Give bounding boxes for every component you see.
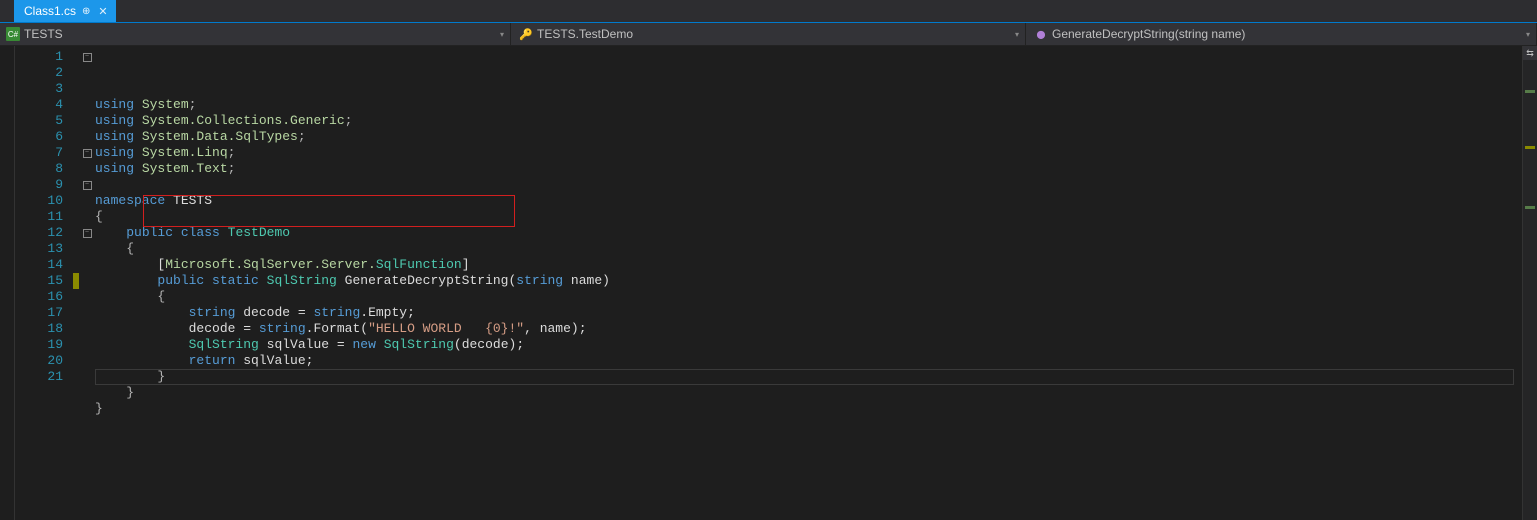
fold-toggle bbox=[79, 161, 95, 177]
line-number: 8 bbox=[15, 161, 73, 177]
method-icon: ⬤ bbox=[1034, 27, 1048, 41]
fold-toggle[interactable]: − bbox=[79, 225, 95, 241]
code-line[interactable]: } bbox=[95, 385, 1522, 401]
line-number: 9 bbox=[15, 177, 73, 193]
fold-toggle bbox=[79, 193, 95, 209]
fold-toggle[interactable]: − bbox=[79, 49, 95, 65]
code-line[interactable]: } bbox=[95, 401, 1522, 417]
code-line[interactable]: SqlString sqlValue = new SqlString(decod… bbox=[95, 337, 1522, 353]
line-number: 21 bbox=[15, 369, 73, 385]
fold-toggle bbox=[79, 97, 95, 113]
code-line[interactable]: public static SqlString GenerateDecryptS… bbox=[95, 273, 1522, 289]
fold-toggle bbox=[79, 305, 95, 321]
code-line[interactable] bbox=[95, 417, 1522, 433]
code-line[interactable]: public class TestDemo bbox=[95, 225, 1522, 241]
line-number: 5 bbox=[15, 113, 73, 129]
fold-toggle bbox=[79, 353, 95, 369]
fold-toggle bbox=[79, 241, 95, 257]
code-line[interactable]: using System.Data.SqlTypes; bbox=[95, 129, 1522, 145]
chevron-down-icon: ▾ bbox=[1526, 30, 1530, 39]
code-line[interactable]: [Microsoft.SqlServer.Server.SqlFunction] bbox=[95, 257, 1522, 273]
code-line[interactable]: string decode = string.Empty; bbox=[95, 305, 1522, 321]
code-line[interactable]: using System.Text; bbox=[95, 161, 1522, 177]
outline-column[interactable]: − − − − bbox=[79, 46, 95, 520]
code-line[interactable]: decode = string.Format("HELLO WORLD {0}!… bbox=[95, 321, 1522, 337]
class-label: TESTS.TestDemo bbox=[537, 27, 633, 41]
key-icon: 🔑 bbox=[519, 27, 533, 41]
chevron-down-icon: ▾ bbox=[1015, 30, 1019, 39]
fold-toggle bbox=[79, 369, 95, 385]
code-line[interactable]: } bbox=[95, 369, 1522, 385]
line-number: 6 bbox=[15, 129, 73, 145]
code-line[interactable]: using System.Collections.Generic; bbox=[95, 113, 1522, 129]
line-number: 1 bbox=[15, 49, 73, 65]
split-icon[interactable]: ⇆ bbox=[1523, 46, 1537, 60]
fold-toggle[interactable]: − bbox=[79, 145, 95, 161]
fold-toggle bbox=[79, 257, 95, 273]
code-line[interactable]: { bbox=[95, 289, 1522, 305]
fold-toggle bbox=[79, 289, 95, 305]
code-line[interactable]: using System; bbox=[95, 97, 1522, 113]
code-line[interactable]: return sqlValue; bbox=[95, 353, 1522, 369]
line-number-gutter: 123456789101112131415161718192021 bbox=[15, 46, 73, 520]
code-line[interactable]: namespace TESTS bbox=[95, 193, 1522, 209]
fold-toggle[interactable]: − bbox=[79, 177, 95, 193]
line-number: 20 bbox=[15, 353, 73, 369]
file-tab-class1[interactable]: Class1.cs ⊕ ✕ bbox=[14, 0, 116, 22]
csharp-file-icon: C# bbox=[6, 27, 20, 41]
fold-toggle bbox=[79, 81, 95, 97]
class-dropdown[interactable]: 🔑 TESTS.TestDemo ▾ bbox=[511, 23, 1026, 45]
line-number: 10 bbox=[15, 193, 73, 209]
pin-icon[interactable]: ⊕ bbox=[82, 6, 90, 17]
member-label: GenerateDecryptString(string name) bbox=[1052, 27, 1245, 41]
code-area[interactable]: using System;using System.Collections.Ge… bbox=[95, 46, 1522, 520]
line-number: 12 bbox=[15, 225, 73, 241]
code-line[interactable]: { bbox=[95, 209, 1522, 225]
fold-toggle bbox=[79, 209, 95, 225]
line-number: 17 bbox=[15, 305, 73, 321]
member-dropdown[interactable]: ⬤ GenerateDecryptString(string name) ▾ bbox=[1026, 23, 1537, 45]
overview-ruler[interactable]: ⇆ bbox=[1522, 46, 1537, 520]
tab-strip: Class1.cs ⊕ ✕ bbox=[0, 0, 1537, 23]
fold-toggle bbox=[79, 113, 95, 129]
close-icon[interactable]: ✕ bbox=[96, 5, 109, 18]
fold-toggle bbox=[79, 337, 95, 353]
line-number: 13 bbox=[15, 241, 73, 257]
code-line[interactable]: using System.Linq; bbox=[95, 145, 1522, 161]
line-number: 11 bbox=[15, 209, 73, 225]
toolbox-rail[interactable] bbox=[0, 46, 15, 520]
line-number: 7 bbox=[15, 145, 73, 161]
fold-toggle bbox=[79, 65, 95, 81]
fold-toggle bbox=[79, 273, 95, 289]
line-number: 19 bbox=[15, 337, 73, 353]
line-number: 15 bbox=[15, 273, 73, 289]
fold-toggle bbox=[79, 321, 95, 337]
line-number: 14 bbox=[15, 257, 73, 273]
scope-label: TESTS bbox=[24, 27, 63, 41]
chevron-down-icon: ▾ bbox=[500, 30, 504, 39]
scope-dropdown[interactable]: C# TESTS ▾ bbox=[0, 23, 511, 45]
file-tab-title: Class1.cs bbox=[24, 4, 76, 18]
line-number: 4 bbox=[15, 97, 73, 113]
code-editor[interactable]: 123456789101112131415161718192021 −−−− u… bbox=[0, 46, 1537, 520]
line-number: 18 bbox=[15, 321, 73, 337]
navigation-bar: C# TESTS ▾ 🔑 TESTS.TestDemo ▾ ⬤ Generate… bbox=[0, 23, 1537, 46]
code-line[interactable] bbox=[95, 177, 1522, 193]
line-number: 3 bbox=[15, 81, 73, 97]
overview-mark bbox=[1525, 146, 1535, 149]
overview-mark bbox=[1525, 206, 1535, 209]
line-number: 2 bbox=[15, 65, 73, 81]
fold-toggle bbox=[79, 129, 95, 145]
overview-mark bbox=[1525, 90, 1535, 93]
line-number: 16 bbox=[15, 289, 73, 305]
code-line[interactable]: { bbox=[95, 241, 1522, 257]
